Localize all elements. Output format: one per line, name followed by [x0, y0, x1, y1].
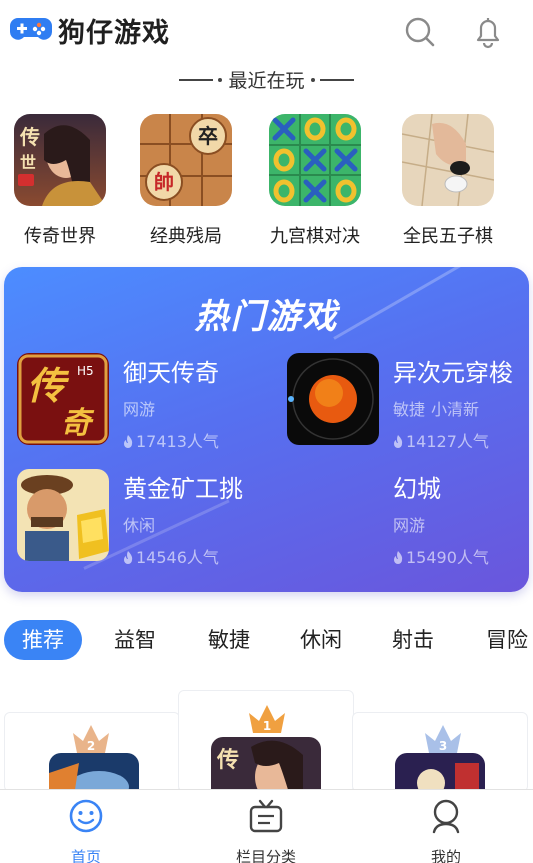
recent-heading-label: 最近在玩 [228, 70, 305, 92]
rank-card-1[interactable]: 1 传 [178, 690, 354, 792]
game-name: 御天传奇 [123, 359, 219, 387]
recent-game-item[interactable]: 九宫棋对决 [255, 110, 375, 248]
svg-text:传: 传 [216, 748, 239, 773]
recent-game-label: 经典残局 [150, 226, 222, 247]
gamepad-icon [10, 18, 52, 40]
fire-icon [124, 551, 133, 564]
header: 狗仔游戏 [0, 0, 533, 60]
search-icon[interactable] [400, 12, 440, 52]
nav-profile[interactable]: 我的 [386, 798, 506, 863]
hot-game-item[interactable]: 黄金矿工挑 休闲 14546人气 [17, 469, 267, 567]
svg-text:传: 传 [19, 125, 40, 149]
user-icon [432, 799, 460, 834]
divider-dot [310, 77, 315, 82]
svg-text:帥: 帥 [154, 170, 174, 194]
game-name: 黄金矿工挑 [123, 475, 243, 503]
game-name: 幻城 [393, 475, 441, 503]
recent-games-row: 传 世 传奇世界 卒 帥 经典残局 九宫棋对决 全民五子棋 [0, 110, 533, 250]
rank-card-3[interactable]: 3 [352, 712, 528, 792]
fire-icon [394, 435, 403, 448]
tab-casual[interactable]: 休闲 [296, 620, 346, 660]
recent-game-item[interactable]: 传 世 传奇世界 [0, 110, 120, 248]
svg-text:传: 传 [27, 364, 70, 408]
divider-dot [218, 77, 223, 82]
chinese-chess-icon: 卒 帥 [140, 114, 232, 206]
fire-icon [394, 551, 403, 564]
game-popularity: 15490人气 [393, 544, 529, 568]
game-thumbnail [17, 469, 109, 561]
crown-bronze-icon: 3 [425, 725, 461, 753]
hot-games-title: 热门游戏 [194, 297, 339, 337]
game-tags: 敏捷 小清新 [393, 396, 529, 420]
popularity-value: 15490人气 [406, 548, 489, 567]
tab-shooting[interactable]: 射击 [388, 620, 438, 660]
svg-text:H5: H5 [77, 364, 94, 378]
game-thumbnail: 传 奇 H5 [17, 353, 109, 445]
nav-home-label: 首页 [70, 848, 101, 863]
nav-categories-label: 栏目分类 [235, 848, 296, 863]
bottom-nav: 首页 栏目分类 我的 [0, 789, 533, 863]
tab-recommend[interactable]: 推荐 [4, 620, 82, 660]
game-name: 异次元穿梭 [393, 359, 513, 387]
rank-game-thumbnail: 传 [211, 737, 321, 791]
divider-line [319, 78, 354, 81]
recent-game-label: 全民五子棋 [403, 226, 493, 247]
game-tags: 休闲 [123, 512, 273, 536]
recent-game-label: 九宫棋对决 [270, 226, 360, 247]
rank-number: 1 [263, 719, 271, 733]
svg-text:世: 世 [20, 153, 36, 172]
tic-tac-toe-icon [269, 114, 361, 206]
rank-number: 3 [439, 739, 447, 753]
game-popularity: 14127人气 [393, 428, 529, 452]
svg-text:卒: 卒 [198, 124, 218, 148]
recent-game-label: 传奇世界 [24, 226, 96, 247]
legend-world-game-icon: 传 世 [14, 114, 106, 206]
game-tag: 网游 [123, 400, 156, 419]
divider-line [179, 78, 214, 81]
nav-categories[interactable]: 栏目分类 [206, 798, 326, 863]
game-tags: 网游 [123, 396, 273, 420]
svg-text:奇: 奇 [61, 406, 95, 441]
game-tag: 网游 [393, 516, 426, 535]
tab-agility[interactable]: 敏捷 [204, 620, 254, 660]
tab-adventure[interactable]: 冒险 [482, 620, 532, 660]
nav-home[interactable]: 首页 [26, 798, 146, 863]
rank-game-thumbnail [395, 753, 485, 791]
game-tag: 敏捷 [393, 400, 426, 419]
tv-category-icon [249, 799, 283, 833]
game-popularity: 14546人气 [123, 544, 273, 568]
game-tag: 休闲 [123, 516, 156, 535]
recent-heading: 最近在玩 [0, 66, 533, 96]
rank-number: 2 [87, 739, 95, 753]
hot-game-item[interactable]: 异次元穿梭 敏捷 小清新 14127人气 [287, 353, 529, 451]
rank-game-thumbnail [49, 753, 139, 791]
game-tags: 网游 [393, 512, 529, 536]
category-tabs: 推荐 益智 敏捷 休闲 射击 冒险 [0, 618, 533, 662]
fire-icon [124, 435, 133, 448]
recent-game-item[interactable]: 全民五子棋 [388, 110, 508, 248]
popularity-value: 14546人气 [136, 548, 219, 567]
crown-silver-icon: 2 [73, 725, 109, 753]
hot-game-item[interactable]: 幻城 网游 15490人气 [287, 469, 529, 567]
game-thumbnail [287, 353, 379, 445]
rank-card-2[interactable]: 2 [4, 712, 180, 792]
popularity-value: 14127人气 [406, 432, 489, 451]
popularity-value: 17413人气 [136, 432, 219, 451]
recent-game-item[interactable]: 卒 帥 经典残局 [126, 110, 246, 248]
tab-puzzle[interactable]: 益智 [110, 620, 160, 660]
app-title: 狗仔游戏 [58, 18, 170, 49]
smiley-icon [69, 799, 103, 833]
game-popularity: 17413人气 [123, 428, 273, 452]
hot-games-card: 热门游戏 传 奇 H5 御天传奇 网游 17413人气 异次元穿梭 敏捷 小清新… [4, 267, 529, 592]
gomoku-icon [402, 114, 494, 206]
hot-game-item[interactable]: 传 奇 H5 御天传奇 网游 17413人气 [17, 353, 267, 451]
nav-profile-label: 我的 [430, 848, 461, 863]
bell-icon[interactable] [468, 12, 508, 52]
crown-gold-icon: 1 [249, 705, 285, 733]
game-tag: 小清新 [431, 400, 480, 419]
